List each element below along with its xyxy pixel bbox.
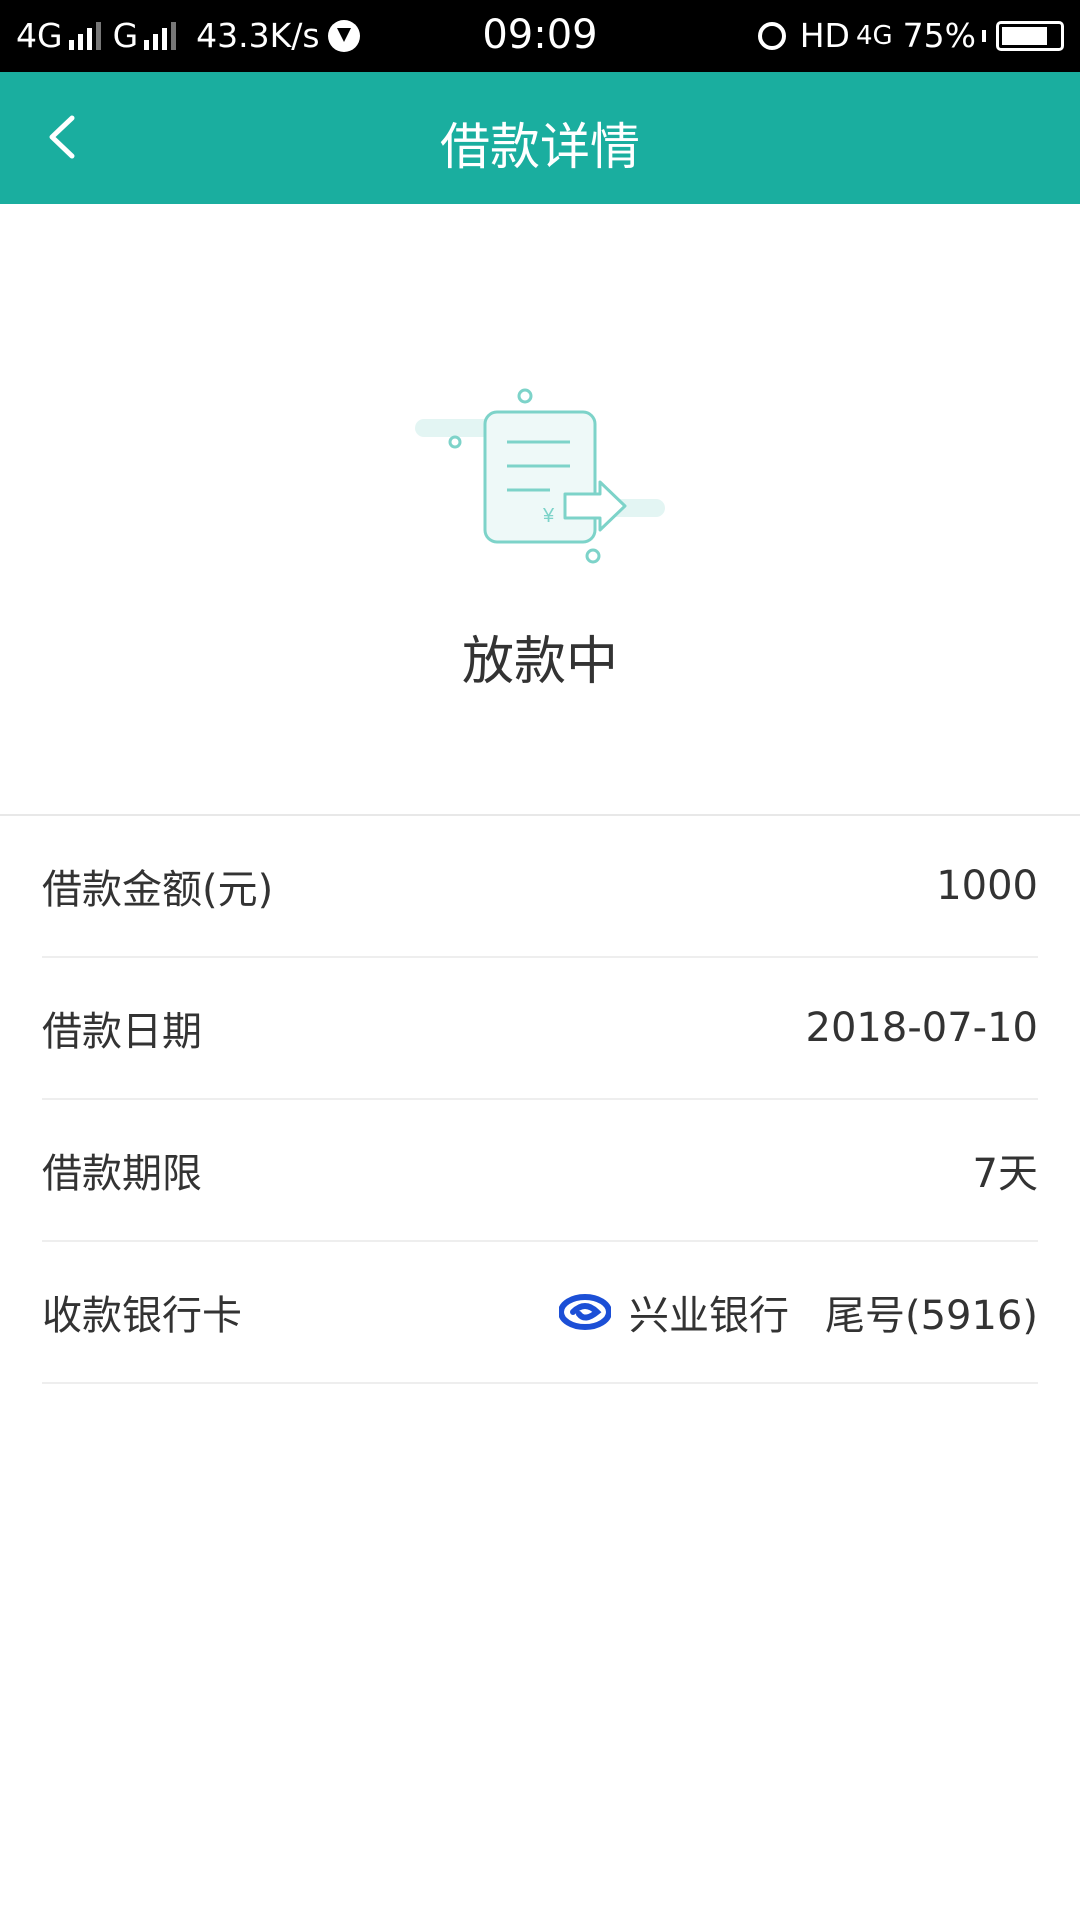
detail-row-bank: 收款银行卡 兴业银行 尾号(5916) xyxy=(42,1242,1038,1384)
status-bar: 4G G 43.3K/s 09:09 HD 4G 75% xyxy=(0,0,1080,72)
network-type-3: 4G xyxy=(855,20,893,51)
svg-text:¥: ¥ xyxy=(542,505,555,527)
date-value: 2018-07-10 xyxy=(805,1005,1038,1051)
battery-tip xyxy=(982,29,986,42)
hd-indicator: HD xyxy=(799,16,850,55)
detail-row-amount: 借款金额(元) 1000 xyxy=(42,816,1038,958)
date-label: 借款日期 xyxy=(42,1009,202,1055)
detail-row-term: 借款期限 7天 xyxy=(42,1100,1038,1242)
page-title: 借款详情 xyxy=(440,118,640,176)
status-right: HD 4G 75% xyxy=(757,16,1064,55)
loan-details-list: 借款金额(元) 1000 借款日期 2018-07-10 借款期限 7天 收款银… xyxy=(42,816,1038,1384)
loan-status-section: ¥ 放款中 xyxy=(0,204,1080,814)
nav-bar: 借款详情 xyxy=(0,72,1080,204)
battery-icon xyxy=(996,20,1064,51)
bank-label: 收款银行卡 xyxy=(42,1293,242,1339)
amount-label: 借款金额(元) xyxy=(42,867,274,913)
alarm-icon xyxy=(757,21,786,50)
bank-card-tail: 尾号(5916) xyxy=(824,1293,1038,1339)
battery-percent: 75% xyxy=(902,16,976,55)
bank-name: 兴业银行 xyxy=(628,1293,789,1339)
term-value: 7天 xyxy=(972,1151,1038,1197)
loan-document-transfer-icon: ¥ xyxy=(415,388,665,564)
detail-row-date: 借款日期 2018-07-10 xyxy=(42,958,1038,1100)
amount-value: 1000 xyxy=(936,863,1038,909)
bank-logo-icon xyxy=(558,1294,611,1330)
term-label: 借款期限 xyxy=(42,1151,202,1197)
loan-status-text: 放款中 xyxy=(461,632,618,692)
bank-value: 兴业银行 尾号(5916) xyxy=(558,1283,1038,1341)
